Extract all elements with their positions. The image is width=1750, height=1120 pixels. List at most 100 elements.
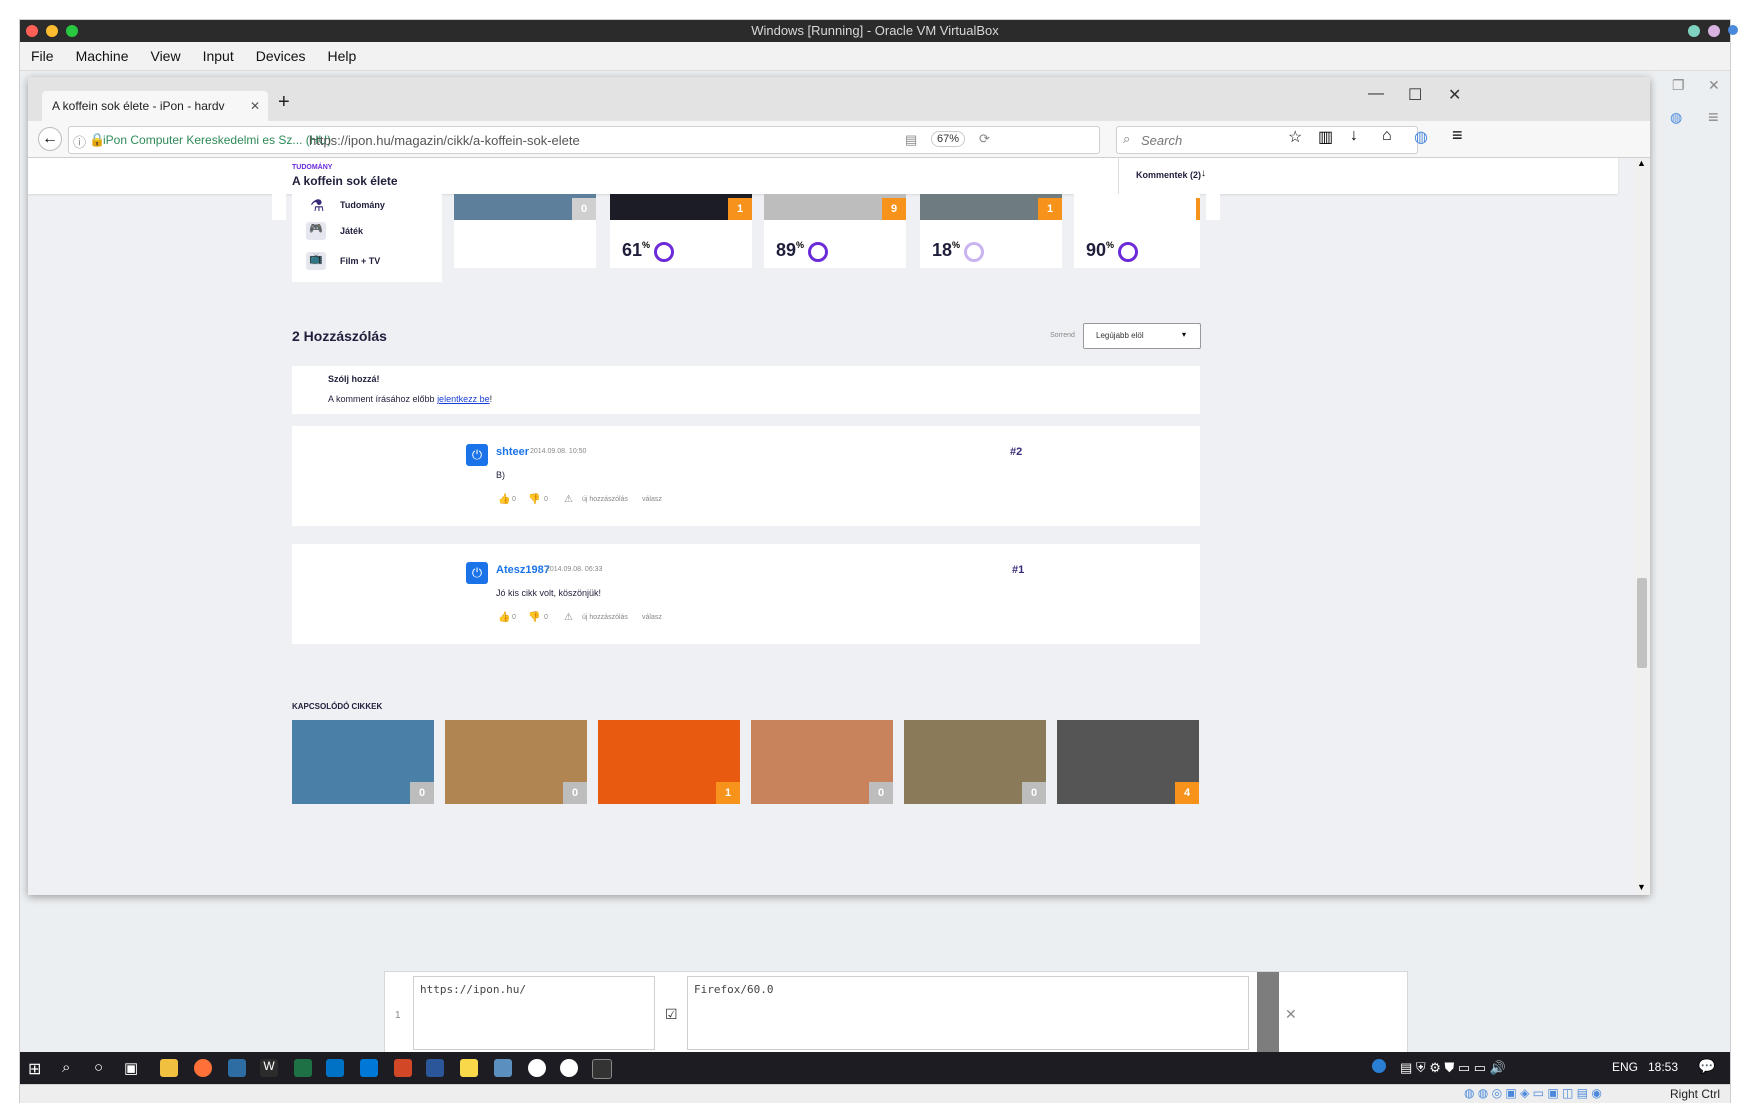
comments-link-box[interactable]: Kommentek (2) ↓ (1118, 158, 1464, 194)
user-agent-textarea[interactable]: Firefox/60.0 (687, 976, 1249, 1050)
excel-icon[interactable] (294, 1059, 312, 1077)
firefox-icon[interactable] (194, 1059, 212, 1077)
bookmark-star-icon[interactable]: ☆ (1288, 127, 1302, 147)
comment-author[interactable]: shteer (496, 446, 529, 458)
reply-link[interactable]: válasz (642, 496, 662, 503)
carousel-prev-button[interactable] (272, 194, 286, 220)
hamburger-menu-icon[interactable]: ≡ (1452, 125, 1463, 146)
url-bar[interactable]: ⓘ 🔒 iPon Computer Kereskedelmi es Sz... … (68, 126, 1100, 154)
thumbs-up-icon[interactable]: 👍 (498, 612, 510, 623)
page-scrollbar[interactable]: ▲ ▼ (1634, 158, 1650, 895)
top-card[interactable]: 1 61% (610, 194, 752, 268)
menu-view[interactable]: View (139, 42, 191, 70)
app-icon[interactable] (228, 1059, 246, 1077)
menu-file[interactable]: File (20, 42, 65, 70)
minimize-icon[interactable]: — (1368, 85, 1384, 103)
related-article-card[interactable]: 0 (292, 720, 434, 804)
thumbs-down-icon[interactable]: 👎 (528, 494, 540, 505)
outlook-icon[interactable] (326, 1059, 344, 1077)
clock[interactable]: 18:53 (1648, 1060, 1678, 1074)
info-icon[interactable]: ⓘ (73, 132, 86, 151)
scrollbar-thumb[interactable] (1637, 578, 1647, 668)
library-icon[interactable]: ▥ (1318, 127, 1333, 147)
close-icon[interactable]: ✕ (1708, 77, 1720, 94)
sort-dropdown[interactable]: Legújabb elöl ▾ (1083, 323, 1201, 349)
top-card[interactable]: 90% (1074, 194, 1200, 268)
search-bar[interactable]: ⌕ Search (1116, 126, 1418, 154)
login-link[interactable]: jelentkezz be (437, 394, 490, 404)
top-card[interactable]: 1 18% (920, 194, 1062, 268)
tray-icons[interactable]: ▤ ⛨ ⚙ ⛊ ▭ ▭ 🔊 (1400, 1060, 1506, 1076)
close-icon[interactable]: ✕ (1448, 85, 1461, 105)
window-control-dot[interactable] (1688, 25, 1700, 37)
article-category[interactable]: TUDOMÁNY (292, 164, 332, 171)
menu-input[interactable]: Input (192, 42, 245, 70)
warning-icon[interactable]: ⚠ (564, 494, 573, 505)
back-button[interactable]: ← (38, 127, 62, 151)
task-view-icon[interactable]: ▣ (124, 1059, 142, 1077)
avatar[interactable]: ⏻ (466, 562, 488, 584)
powerpoint-icon[interactable] (394, 1059, 412, 1077)
new-comment-link[interactable]: új hozzászólás (582, 614, 628, 621)
minimize-window-button[interactable] (46, 25, 58, 37)
notes-icon[interactable] (460, 1059, 478, 1077)
scroll-up-icon[interactable]: ▲ (1637, 158, 1646, 168)
restore-icon[interactable]: ❐ (1672, 77, 1685, 94)
app-icon[interactable]: W (260, 1059, 278, 1077)
menu-machine[interactable]: Machine (65, 42, 140, 70)
carousel-next-button[interactable] (1206, 194, 1220, 220)
url-textarea[interactable]: https://ipon.hu/ (413, 976, 655, 1050)
download-icon[interactable]: ↓ (1350, 127, 1358, 145)
home-icon[interactable]: ⌂ (1382, 127, 1392, 145)
comments-link[interactable]: Kommentek (2) (1136, 170, 1201, 180)
search-icon[interactable]: ⌕ (62, 1059, 80, 1077)
language-indicator[interactable]: ENG (1612, 1060, 1638, 1074)
terminal-icon[interactable] (592, 1059, 612, 1079)
related-article-card[interactable]: 0 (445, 720, 587, 804)
app-icon[interactable] (494, 1059, 512, 1077)
reader-mode-icon[interactable]: ▤ (905, 132, 917, 148)
warning-icon[interactable]: ⚠ (564, 612, 573, 623)
notifications-icon[interactable]: 💬 (1698, 1058, 1715, 1075)
onedrive-icon[interactable] (1372, 1059, 1386, 1073)
comment-author[interactable]: Atesz1987 (496, 564, 550, 576)
close-window-button[interactable] (26, 25, 38, 37)
globe-icon[interactable]: ◍ (1414, 127, 1428, 147)
comment-number[interactable]: #2 (1010, 446, 1022, 458)
checkbox-checked[interactable]: ☑ (665, 1006, 678, 1023)
avatar[interactable]: ⏻ (466, 444, 488, 466)
sidebar-item-tudomany[interactable]: ⚗ Tudomány (304, 194, 442, 216)
top-card[interactable]: 9 89% (764, 194, 906, 268)
remove-row-icon[interactable]: ✕ (1285, 1006, 1297, 1023)
panel-scrollbar[interactable] (1257, 972, 1279, 1054)
active-tab[interactable]: A koffein sok élete - iPon - hardv ✕ (42, 91, 268, 121)
reply-link[interactable]: válasz (642, 614, 662, 621)
app-icon[interactable] (560, 1059, 578, 1077)
sidebar-item-film-tv[interactable]: 📺 Film + TV (304, 250, 442, 272)
close-tab-icon[interactable]: ✕ (250, 91, 260, 121)
menu-icon[interactable]: ≡ (1708, 107, 1719, 128)
thumbs-down-icon[interactable]: 👎 (528, 612, 540, 623)
thumbs-up-icon[interactable]: 👍 (498, 494, 510, 505)
sidebar-item-jatek[interactable]: 🎮 Játék (304, 220, 442, 242)
cortana-icon[interactable]: ○ (94, 1059, 112, 1077)
new-tab-button[interactable]: + (278, 91, 290, 114)
top-card[interactable]: 0 (454, 194, 596, 268)
menu-devices[interactable]: Devices (245, 42, 317, 70)
site-identity[interactable]: iPon Computer Kereskedelmi es Sz... (HU) (103, 133, 331, 147)
related-article-card[interactable]: 4 (1057, 720, 1199, 804)
maximize-window-button[interactable] (66, 25, 78, 37)
related-article-card[interactable]: 0 (904, 720, 1046, 804)
window-control-dot[interactable] (1708, 25, 1720, 37)
new-comment-link[interactable]: új hozzászólás (582, 496, 628, 503)
word-icon[interactable] (426, 1059, 444, 1077)
reload-icon[interactable]: ⟳ (979, 131, 990, 147)
maximize-icon[interactable]: ☐ (1408, 85, 1422, 105)
url-text[interactable]: https://ipon.hu/magazin/cikk/a-koffein-s… (309, 133, 580, 148)
comment-number[interactable]: #1 (1012, 564, 1024, 576)
app-icon[interactable] (360, 1059, 378, 1077)
zoom-badge[interactable]: 67% (931, 131, 966, 147)
window-control-dot[interactable] (1728, 25, 1738, 35)
related-article-card[interactable]: 0 (751, 720, 893, 804)
globe-icon[interactable]: ◍ (1670, 109, 1682, 126)
